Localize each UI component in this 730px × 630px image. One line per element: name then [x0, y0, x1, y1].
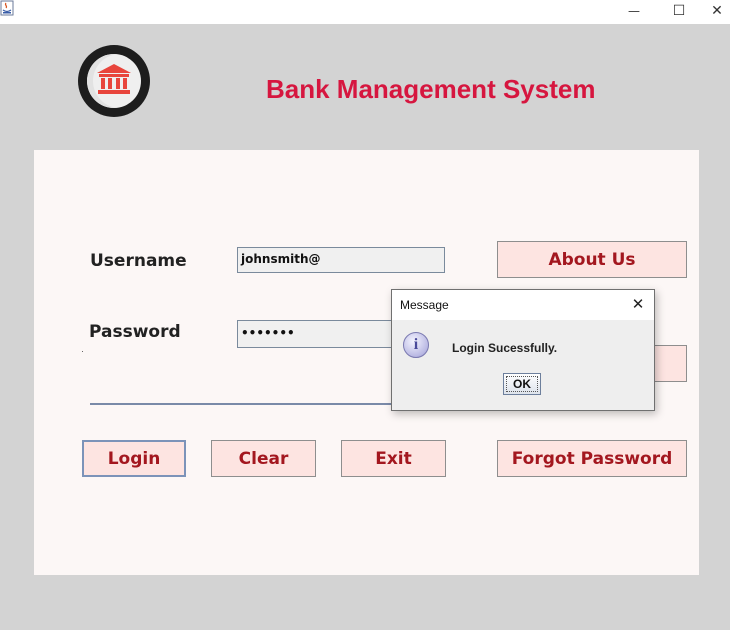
about-us-button[interactable]: About Us — [497, 241, 687, 278]
minimize-button[interactable]: — — [614, 0, 654, 22]
dialog-titlebar: Message ✕ — [392, 290, 654, 320]
message-dialog: Message ✕ i Login Sucessfully. OK — [391, 289, 655, 411]
username-field[interactable]: johnsmith@ — [237, 247, 445, 273]
ok-button[interactable]: OK — [503, 373, 541, 395]
info-icon-glyph: i — [413, 336, 419, 353]
login-button[interactable]: Login — [82, 440, 186, 477]
dialog-close-icon[interactable]: ✕ — [628, 294, 648, 314]
password-label: Password — [89, 322, 181, 342]
stray-dot — [82, 351, 83, 352]
dialog-title: Message — [400, 298, 449, 312]
forgot-password-button[interactable]: Forgot Password — [497, 440, 687, 477]
maximize-button[interactable]: ☐ — [659, 0, 699, 22]
exit-button[interactable]: Exit — [341, 440, 446, 477]
password-field[interactable]: ••••••• — [237, 320, 397, 348]
clear-button[interactable]: Clear — [211, 440, 316, 477]
bank-logo — [78, 45, 150, 117]
dialog-message: Login Sucessfully. — [452, 341, 558, 355]
window-titlebar: — ☐ ✕ — [0, 0, 730, 24]
separator-line — [90, 403, 392, 405]
close-window-button[interactable]: ✕ — [704, 0, 730, 22]
info-icon: i — [403, 332, 429, 358]
java-app-icon — [0, 0, 14, 16]
username-label: Username — [90, 251, 187, 271]
app-title: Bank Management System — [266, 74, 596, 104]
bank-building-icon — [95, 63, 133, 100]
